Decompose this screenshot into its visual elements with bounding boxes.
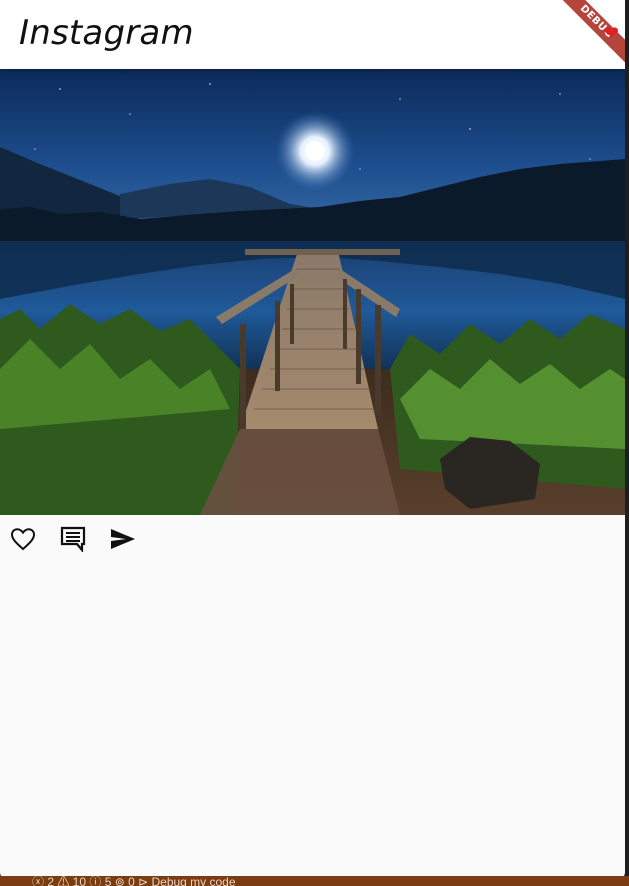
post-actions xyxy=(0,515,625,565)
comment-icon xyxy=(60,526,86,552)
heart-outline-icon xyxy=(10,528,36,551)
ide-status-text: ⓧ 2 ⚠ 10 ⓘ 5 ⊚ 0 ⊳ Debug my code xyxy=(32,876,236,886)
post-image xyxy=(0,69,625,515)
like-button[interactable] xyxy=(8,524,38,554)
ide-status-bar: ⓧ 2 ⚠ 10 ⓘ 5 ⊚ 0 ⊳ Debug my code xyxy=(0,876,629,886)
send-icon xyxy=(111,529,135,549)
app-window: Instagram DEBUG ❤ xyxy=(0,0,625,880)
share-button[interactable] xyxy=(108,524,138,554)
heart-badge-icon: ❤ xyxy=(603,23,619,43)
landscape-photo-icon xyxy=(0,69,625,515)
comment-button[interactable] xyxy=(58,524,88,554)
app-title: Instagram xyxy=(19,13,194,53)
app-bar: Instagram xyxy=(0,0,625,69)
